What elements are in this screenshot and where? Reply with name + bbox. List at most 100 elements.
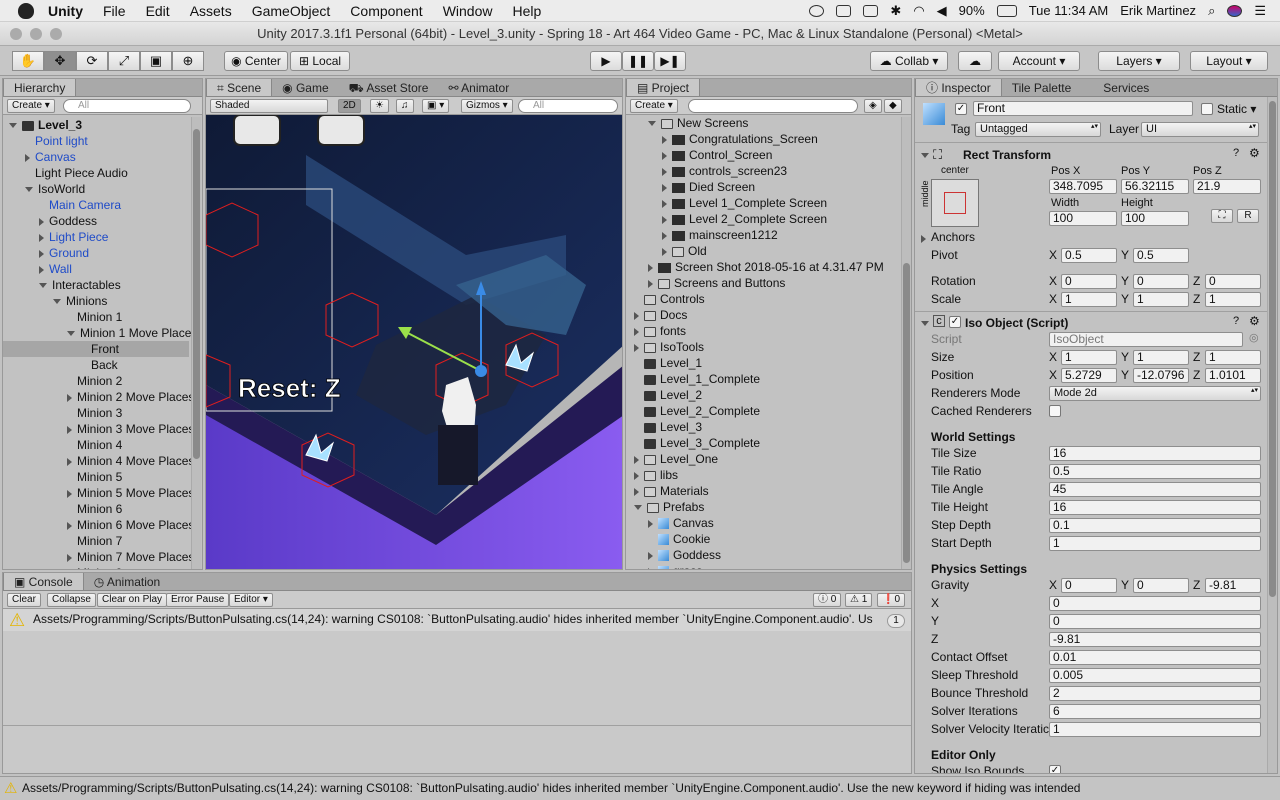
- show-iso-bounds-checkbox[interactable]: ✓: [1049, 765, 1061, 773]
- width-field[interactable]: 100: [1049, 211, 1117, 226]
- hierarchy-item-minion-1-move-places[interactable]: Minion 1 Move Places: [3, 325, 197, 341]
- hierarchy-item-interactables[interactable]: Interactables: [3, 277, 189, 293]
- console-editor-dropdown[interactable]: Editor ▾: [229, 593, 273, 607]
- notes-icon[interactable]: [836, 4, 852, 17]
- project-item-level-2-complete[interactable]: Level_2_Complete: [626, 403, 760, 419]
- tab-animator[interactable]: ⚯ Animator: [438, 79, 519, 96]
- project-item-goddess[interactable]: Goddess: [626, 547, 721, 563]
- dropbox-icon[interactable]: [863, 4, 879, 17]
- project-item-level-2[interactable]: Level_2: [626, 387, 702, 403]
- pos-y-field[interactable]: 56.32115: [1121, 179, 1189, 194]
- scale-tool-icon[interactable]: ⤢: [108, 51, 140, 71]
- collab-dropdown[interactable]: ☁ Collab ▾: [870, 51, 948, 71]
- scale-z-field[interactable]: 1: [1205, 292, 1261, 307]
- start-depth-field[interactable]: 1: [1049, 536, 1261, 551]
- object-name-field[interactable]: Front: [973, 101, 1193, 116]
- hierarchy-item-ground[interactable]: Ground: [3, 245, 189, 261]
- creative-cloud-icon[interactable]: [809, 4, 825, 17]
- shading-mode-dropdown[interactable]: Shaded: [210, 99, 328, 113]
- rotation-z-field[interactable]: 0: [1205, 274, 1261, 289]
- menubar-user[interactable]: Erik Martinez: [1120, 3, 1196, 18]
- foldout-arrow-icon[interactable]: [662, 247, 667, 256]
- hierarchy-item-minion-1[interactable]: Minion 1: [3, 309, 189, 325]
- contact-offset-field[interactable]: 0.01: [1049, 650, 1261, 665]
- menu-app[interactable]: Unity: [48, 3, 83, 19]
- foldout-arrow-icon[interactable]: [67, 553, 72, 562]
- rotation-y-field[interactable]: 0: [1133, 274, 1189, 289]
- tab-hierarchy[interactable]: Hierarchy: [3, 79, 77, 96]
- hierarchy-item-minion-7-move-places[interactable]: Minion 7 Move Places: [3, 549, 194, 565]
- height-field[interactable]: 100: [1121, 211, 1189, 226]
- hierarchy-item-minion-7[interactable]: Minion 7: [3, 533, 189, 549]
- pivot-local-button[interactable]: ⊞ Local: [290, 51, 350, 71]
- menu-gameobject[interactable]: GameObject: [252, 3, 331, 19]
- foldout-arrow-icon[interactable]: [634, 505, 642, 511]
- project-item-congratulations-screen[interactable]: Congratulations_Screen: [626, 131, 818, 147]
- foldout-arrow-icon[interactable]: [39, 283, 47, 289]
- project-item-canvas[interactable]: Canvas: [626, 515, 714, 531]
- static-checkbox[interactable]: [1201, 103, 1213, 115]
- foldout-arrow-icon[interactable]: [67, 489, 72, 498]
- project-item-level-one[interactable]: Level_One: [626, 451, 718, 467]
- hierarchy-item-minion-3-move-places[interactable]: Minion 3 Move Places: [3, 421, 194, 437]
- menu-component[interactable]: Component: [350, 3, 422, 19]
- notification-center-icon[interactable]: ☰: [1254, 3, 1266, 19]
- project-item-docs[interactable]: Docs: [626, 307, 687, 323]
- gizmos-dropdown[interactable]: Gizmos ▾: [461, 99, 513, 113]
- iso-object-enabled-checkbox[interactable]: ✓: [949, 316, 961, 328]
- apple-icon[interactable]: [18, 2, 34, 19]
- tab-asset-store[interactable]: ⛟ Asset Store: [339, 79, 439, 96]
- hierarchy-item-minion-4-move-places[interactable]: Minion 4 Move Places: [3, 453, 194, 469]
- pivot-y-field[interactable]: 0.5: [1133, 248, 1189, 263]
- foldout-arrow-icon[interactable]: [634, 311, 639, 320]
- tag-dropdown[interactable]: Untagged: [975, 122, 1101, 137]
- foldout-arrow-icon[interactable]: [648, 121, 656, 127]
- project-item-libs[interactable]: libs: [626, 467, 678, 483]
- console-clear-button[interactable]: Clear: [7, 593, 41, 607]
- layer-dropdown[interactable]: UI: [1141, 122, 1259, 137]
- close-window-icon[interactable]: [10, 28, 22, 40]
- anchor-presets-button[interactable]: [931, 179, 979, 227]
- console-clear-on-play-button[interactable]: Clear on Play: [97, 593, 168, 607]
- iso-object-title[interactable]: Iso Object (Script): [965, 315, 1068, 331]
- foldout-arrow-icon[interactable]: [25, 153, 30, 162]
- project-item-materials[interactable]: Materials: [626, 483, 709, 499]
- menu-file[interactable]: File: [103, 3, 126, 19]
- toggle-2d-button[interactable]: 2D: [338, 99, 361, 113]
- hierarchy-item-light-piece[interactable]: Light Piece: [3, 229, 189, 245]
- menu-window[interactable]: Window: [443, 3, 493, 19]
- hierarchy-item-light-piece-audio[interactable]: Light Piece Audio: [3, 165, 189, 181]
- tab-game[interactable]: ◉ Game: [272, 79, 339, 96]
- hierarchy-item-minion-8[interactable]: Minion 8: [3, 565, 189, 569]
- console-info-filter[interactable]: ⓘ 0: [813, 593, 842, 607]
- menubar-clock[interactable]: Tue 11:34 AM: [1029, 3, 1109, 18]
- size-x-field[interactable]: 1: [1061, 350, 1117, 365]
- tab-animation[interactable]: ◷ Animation: [84, 573, 171, 590]
- console-collapse-button[interactable]: Collapse: [47, 593, 96, 607]
- foldout-arrow-icon[interactable]: [67, 393, 72, 402]
- sleep-threshold-field[interactable]: 0.005: [1049, 668, 1261, 683]
- foldout-arrow-icon[interactable]: [67, 331, 75, 337]
- foldout-arrow-icon[interactable]: [39, 217, 44, 226]
- component-gear-icon[interactable]: ⚙: [1249, 314, 1260, 328]
- filter-by-type-icon[interactable]: ◈: [864, 99, 882, 113]
- tab-console[interactable]: ▣ Console: [3, 573, 84, 590]
- help-icon[interactable]: ?: [1233, 147, 1239, 159]
- active-checkbox[interactable]: ✓: [955, 103, 967, 115]
- foldout-arrow-icon[interactable]: [67, 425, 72, 434]
- hierarchy-item-minion-4[interactable]: Minion 4: [3, 437, 189, 453]
- hierarchy-item-wall[interactable]: Wall: [3, 261, 189, 277]
- solver-velocity-iteratic-field[interactable]: 1: [1049, 722, 1261, 737]
- foldout-arrow-icon[interactable]: [634, 455, 639, 464]
- project-item-fonts[interactable]: fonts: [626, 323, 686, 339]
- rotate-tool-icon[interactable]: ⟳: [76, 51, 108, 71]
- scene-root[interactable]: Level_3: [9, 117, 82, 133]
- blueprint-mode-icon[interactable]: ⛶: [1211, 209, 1233, 223]
- foldout-arrow-icon[interactable]: [39, 265, 44, 274]
- tab-tile-palette[interactable]: Tile Palette: [1002, 79, 1082, 96]
- foldout-arrow-icon[interactable]: [662, 199, 667, 208]
- gravity-y-field[interactable]: 0: [1133, 578, 1189, 593]
- foldout-arrow-icon[interactable]: [648, 263, 653, 272]
- volume-icon[interactable]: ◀: [937, 3, 947, 19]
- move-tool-icon[interactable]: ✥: [44, 51, 76, 71]
